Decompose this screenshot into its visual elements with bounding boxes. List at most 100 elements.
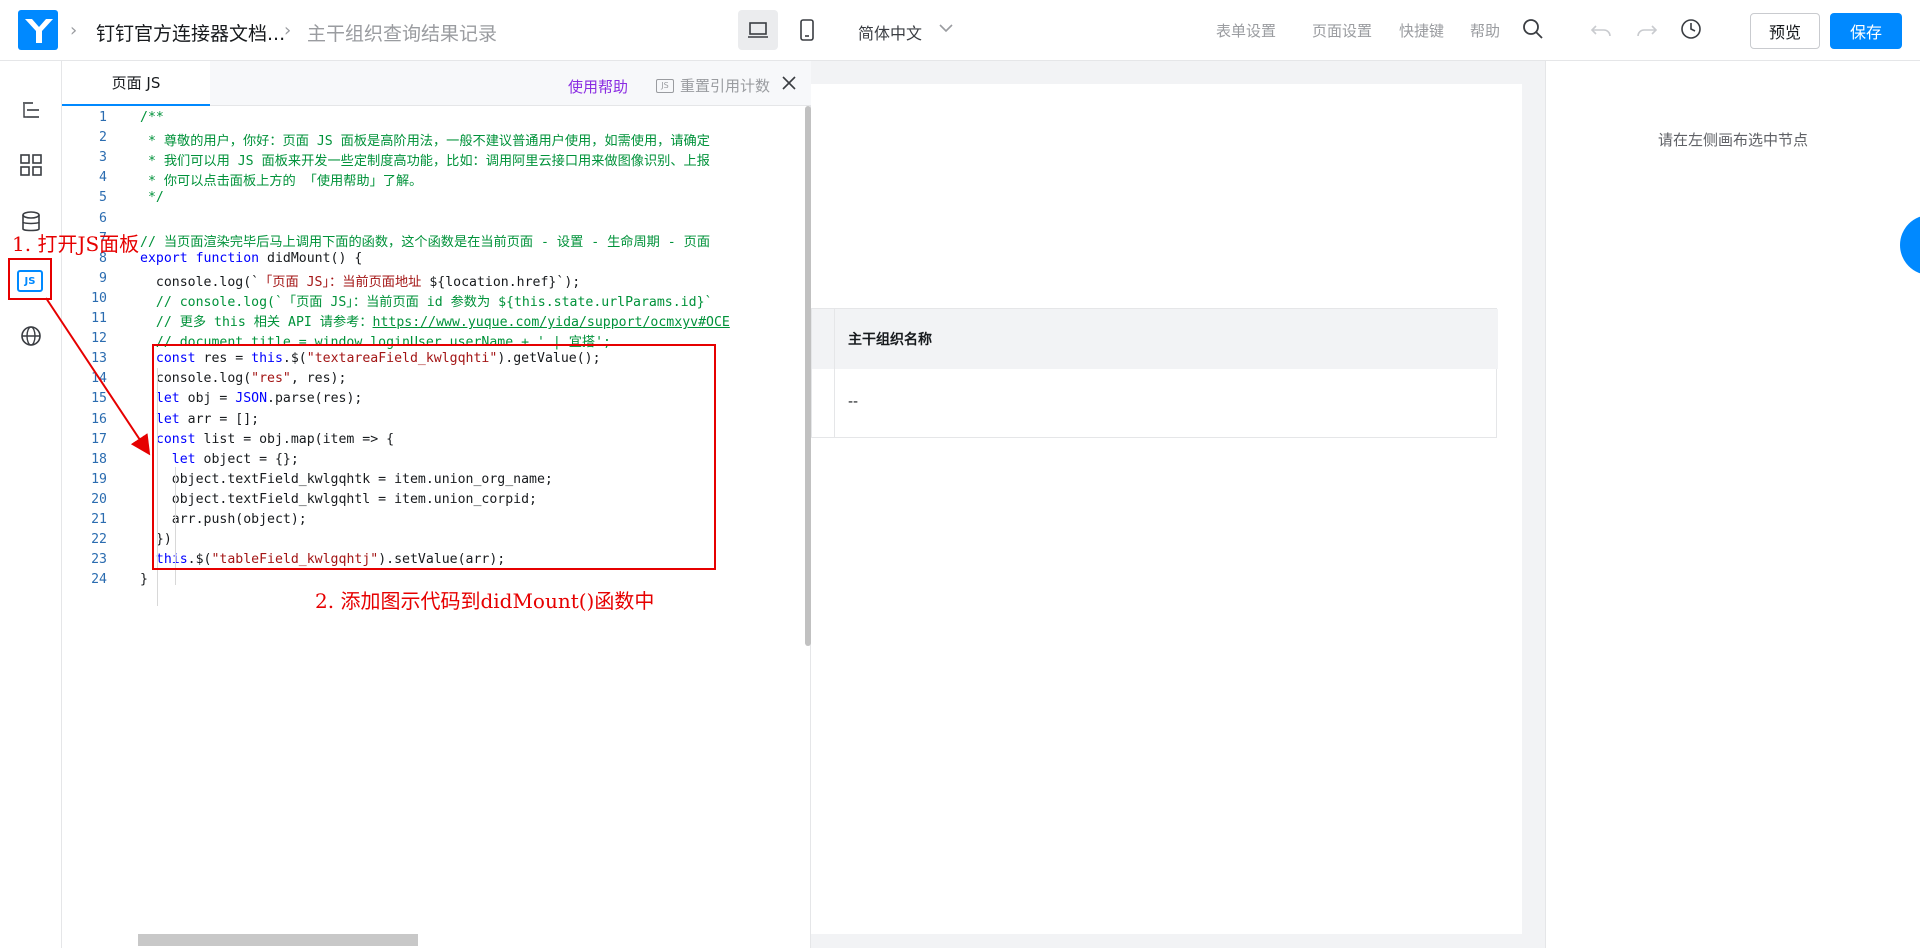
nav-form-settings[interactable]: 表单设置 [1216, 20, 1276, 41]
line-number: 4 [99, 170, 107, 186]
i18n-button[interactable] [18, 323, 44, 349]
chevron-down-icon[interactable] [938, 22, 954, 34]
line-number: 16 [91, 411, 107, 427]
breadcrumb-page[interactable]: 主干组织查询结果记录 [307, 19, 497, 46]
top-bar: › 钉钉官方连接器文档... › 主干组织查询结果记录 简体中文 表单设置 页面… [0, 0, 1920, 61]
code-line[interactable]: 6 [62, 211, 807, 231]
breadcrumb-app[interactable]: 钉钉官方连接器文档... [96, 19, 285, 46]
undo-icon[interactable] [1590, 18, 1612, 40]
search-icon[interactable] [1522, 18, 1544, 40]
laptop-icon [748, 22, 768, 38]
code-token: `); [556, 274, 581, 290]
nav-page-settings[interactable]: 页面设置 [1312, 20, 1372, 41]
code-text: */ [140, 190, 164, 205]
code-text: /** [140, 110, 164, 125]
nav-help[interactable]: 帮助 [1470, 20, 1500, 41]
left-toolbar: JS [0, 61, 62, 948]
code-token: /** [140, 110, 164, 125]
code-token: console.log(` [140, 274, 260, 290]
redo-icon[interactable] [1636, 18, 1658, 40]
design-canvas: 主干组织名称 -- [811, 61, 1545, 948]
line-number: 3 [99, 150, 107, 166]
code-token: // console.log(`「页面 JS」：当前页面 id 参数为 ${th… [140, 294, 713, 310]
code-text: // 更多 this 相关 API 请参考：https://www.yuque.… [140, 311, 730, 330]
code-line[interactable]: 1 /** [62, 110, 807, 130]
annotation-step2: 2. 添加图示代码到didMount()函数中 [315, 589, 655, 613]
reset-ref-count-button[interactable]: JS 重置引用计数 [656, 75, 770, 96]
globe-icon [21, 326, 41, 346]
code-token: * 你可以点击面板上方的 「使用帮助」了解。 [140, 174, 423, 190]
line-number: 23 [91, 552, 107, 568]
horizontal-scrollbar[interactable] [138, 934, 418, 946]
code-line[interactable]: 9 console.log(`「页面 JS」：当前页面地址 ${location… [62, 271, 807, 291]
code-text: export function didMount() { [140, 251, 362, 266]
grid-icon [20, 154, 42, 176]
code-line[interactable]: 7// 当页面渲染完毕后马上调用下面的函数，这个函数是在当前页面 - 设置 - … [62, 231, 807, 251]
js-panel-header: 页面 JS 使用帮助 JS 重置引用计数 [62, 61, 811, 106]
code-token: https://www.yuque.com/yida/support/ocmxy… [372, 315, 730, 330]
chevron-right-icon: › [70, 20, 78, 41]
empty-selection-hint: 请在左侧画布选中节点 [1658, 131, 1809, 149]
save-button[interactable]: 保存 [1830, 13, 1902, 49]
tab-page-js[interactable]: 页面 JS [62, 61, 210, 106]
annotation-box-js-button [8, 258, 52, 300]
code-token: // 更多 this 相关 API 请参考： [140, 315, 373, 330]
code-token: * 尊敬的用户，你好：页面 JS 面板是高阶用法，一般不建议普通用户使用，如需使… [140, 134, 710, 150]
code-token: 「页面 JS」：当前页面地址 [259, 274, 430, 290]
line-number: 5 [99, 190, 107, 206]
line-number: 6 [99, 210, 107, 226]
line-number: 20 [91, 491, 107, 507]
table-cell: -- [848, 394, 859, 410]
line-number: 12 [91, 331, 107, 347]
code-text: * 你可以点击面板上方的 「使用帮助」了解。 [140, 170, 422, 189]
language-select[interactable]: 简体中文 [858, 20, 922, 44]
components-button[interactable] [18, 152, 44, 178]
annotation-step1: 1. 打开JS面板 [12, 232, 140, 256]
code-line[interactable]: 8 export function didMount() { [62, 251, 807, 271]
line-number: 22 [91, 532, 107, 548]
line-number: 1 [99, 110, 107, 125]
code-token: didMount() { [259, 250, 363, 266]
code-text: * 尊敬的用户，你好：页面 JS 面板是高阶用法，一般不建议普通用户使用，如需使… [140, 130, 710, 149]
code-text: } [140, 572, 148, 587]
code-line[interactable]: 11 // 更多 this 相关 API 请参考：https://www.yuq… [62, 311, 807, 331]
line-number: 13 [91, 351, 107, 367]
outline-tree-button[interactable] [18, 97, 44, 123]
line-number: 19 [91, 471, 107, 487]
help-link[interactable]: 使用帮助 [568, 76, 628, 97]
code-line[interactable]: 3 * 我们可以用 JS 面板来开发一些定制度高功能，比如：调用阿里云接口用来做… [62, 150, 807, 170]
nav-shortcuts[interactable]: 快捷键 [1399, 20, 1444, 41]
code-line[interactable]: 2 * 尊敬的用户，你好：页面 JS 面板是高阶用法，一般不建议普通用户使用，如… [62, 130, 807, 150]
code-token: */ [140, 190, 164, 206]
annotation-box-code [152, 344, 716, 570]
table-field[interactable]: 主干组织名称 -- [811, 308, 1498, 438]
line-number: 2 [99, 130, 107, 146]
line-number: 18 [91, 451, 107, 467]
code-text: console.log(`「页面 JS」：当前页面地址 ${location.h… [140, 271, 580, 290]
line-number: 17 [91, 431, 107, 447]
reset-ref-label: 重置引用计数 [680, 77, 771, 95]
table-header: 主干组织名称 [812, 309, 1498, 369]
code-token: } [140, 572, 148, 588]
chevron-right-icon: › [284, 20, 292, 41]
line-number: 14 [91, 371, 107, 387]
code-text: * 我们可以用 JS 面板来开发一些定制度高功能，比如：调用阿里云接口用来做图像… [140, 150, 710, 169]
form-page: 主干组织名称 -- [811, 84, 1522, 934]
close-icon[interactable] [780, 74, 798, 92]
code-line[interactable]: 5 */ [62, 190, 807, 210]
code-text: // 当页面渲染完毕后马上调用下面的函数，这个函数是在当前页面 - 设置 - 生… [140, 231, 710, 250]
mobile-view-button[interactable] [787, 10, 827, 50]
code-token: // 当页面渲染完毕后马上调用下面的函数，这个函数是在当前页面 - 设置 - 生… [140, 234, 711, 250]
table-header-cell: 主干组织名称 [848, 332, 932, 348]
code-text: // console.log(`「页面 JS」：当前页面 id 参数为 ${th… [140, 291, 713, 310]
preview-button[interactable]: 预览 [1750, 13, 1820, 49]
history-icon[interactable] [1680, 18, 1702, 40]
line-number: 11 [91, 311, 107, 326]
code-line[interactable]: 10 // console.log(`「页面 JS」：当前页面 id 参数为 $… [62, 291, 807, 311]
app-logo-icon[interactable] [18, 10, 58, 50]
desktop-view-button[interactable] [738, 10, 778, 50]
code-line[interactable]: 4 * 你可以点击面板上方的 「使用帮助」了解。 [62, 170, 807, 190]
code-token: export function [140, 250, 260, 266]
line-number: 9 [99, 270, 107, 286]
js-small-icon: JS [656, 78, 674, 93]
